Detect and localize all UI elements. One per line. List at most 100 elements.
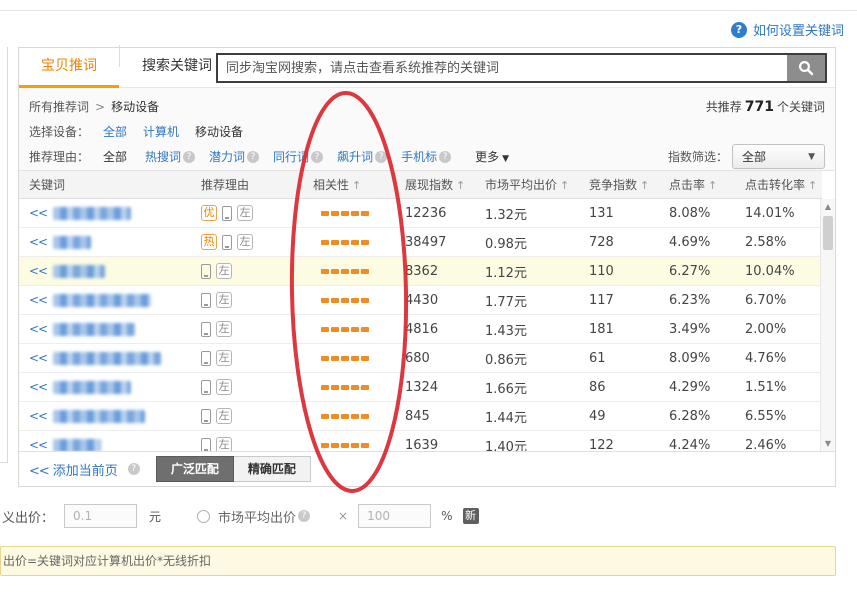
relevance-bar [351, 385, 359, 390]
column-header[interactable]: 点击转化率↑ [733, 176, 822, 193]
scrollbar-thumb[interactable] [823, 216, 833, 250]
vertical-scrollbar[interactable]: ▲ ▼ [820, 199, 835, 451]
sort-arrow-icon: ↑ [456, 179, 465, 192]
impressions-cell: 1324 [393, 380, 473, 395]
custom-bid-input[interactable] [64, 504, 137, 528]
breadcrumb-root[interactable]: 所有推荐词 [29, 98, 89, 115]
help-link-label: 如何设置关键词 [753, 20, 844, 39]
reason-option[interactable]: 全部 [103, 148, 127, 165]
relevance-cell [301, 385, 393, 390]
index-filter-label: 指数筛选： [668, 148, 728, 165]
relevance-bar [361, 211, 369, 216]
phone-icon [201, 409, 211, 424]
reason-option[interactable]: 飙升词 [337, 148, 373, 165]
sort-arrow-icon: ↑ [560, 179, 569, 192]
market-avg-price-radio[interactable] [197, 510, 210, 523]
ctr-cell: 8.09% [657, 351, 733, 366]
relevance-bars [321, 269, 393, 274]
add-keyword-button[interactable]: << [29, 322, 47, 336]
index-filter-dropdown[interactable]: 全部 ▼ [732, 144, 825, 169]
ctr-cell: 4.24% [657, 438, 733, 452]
device-option[interactable]: 移动设备 [195, 123, 243, 140]
column-header[interactable]: 竞争指数↑ [577, 176, 657, 193]
breadcrumb-row: 所有推荐词 > 移动设备 共推荐771个关键词 [29, 94, 825, 119]
relevance-bar [361, 269, 369, 274]
reason-option[interactable]: 潜力词 [209, 148, 245, 165]
phone-icon [201, 322, 211, 337]
column-header: 推荐理由 [189, 176, 301, 193]
table-row[interactable]: <<左6800.86元618.09%4.76% [19, 344, 822, 373]
table-row[interactable]: <<左83621.12元1106.27%10.04% [19, 257, 822, 286]
table-row[interactable]: <<优左122361.32元1318.08%14.01% [19, 199, 822, 228]
tab-product-keywords[interactable]: 宝贝推词 [19, 48, 119, 88]
search-input[interactable] [218, 55, 787, 81]
question-icon[interactable]: ? [128, 463, 140, 475]
relevance-bar [331, 240, 339, 245]
question-icon: ? [247, 151, 259, 163]
relevance-bar [351, 443, 359, 448]
relevance-bar [331, 269, 339, 274]
badge-左: 左 [216, 379, 232, 395]
relevance-bars [321, 356, 393, 361]
question-icon[interactable]: ? [298, 510, 310, 522]
reason-option[interactable]: 同行词 [273, 148, 309, 165]
relevance-bar [341, 443, 349, 448]
relevance-bar [321, 356, 329, 361]
phone-icon [201, 438, 211, 452]
keyword-blurred [53, 323, 135, 336]
add-keyword-button[interactable]: << [29, 293, 47, 307]
search-button[interactable] [787, 55, 825, 81]
keyword-cell: << [19, 409, 189, 423]
breadcrumb-current: 移动设备 [111, 98, 159, 115]
device-option[interactable]: 全部 [103, 123, 127, 140]
column-header[interactable]: 展现指数↑ [393, 176, 473, 193]
device-filter-row: 选择设备： 全部计算机移动设备 [29, 119, 825, 144]
percent-input[interactable] [358, 504, 431, 528]
column-header[interactable]: 市场平均出价↑ [473, 176, 577, 193]
table-row[interactable]: <<左13241.66元864.29%1.51% [19, 373, 822, 402]
question-icon: ? [375, 151, 387, 163]
cvr-cell: 10.04% [733, 264, 822, 279]
table-row[interactable]: <<热左384970.98元7284.69%2.58% [19, 228, 822, 257]
table-row[interactable]: <<左44301.77元1176.23%6.70% [19, 286, 822, 315]
relevance-bar [331, 327, 339, 332]
column-header-label: 展现指数 [405, 178, 453, 192]
keyword-cell: << [19, 351, 189, 365]
scroll-up-icon[interactable]: ▲ [821, 199, 835, 214]
device-option[interactable]: 计算机 [143, 123, 179, 140]
scroll-down-icon[interactable]: ▼ [821, 436, 835, 451]
table-row[interactable]: <<左48161.43元1813.49%2.00% [19, 315, 822, 344]
column-header-label: 点击率 [669, 178, 705, 192]
more-filters-button[interactable]: 更多▼ [475, 148, 509, 165]
table-row[interactable]: <<左16391.40元1224.24%2.46% [19, 431, 822, 451]
index-filter: 指数筛选： 全部 ▼ [668, 144, 825, 169]
add-keyword-button[interactable]: << [29, 264, 47, 278]
question-icon: ? [439, 151, 451, 163]
reason-badges-cell: 热左 [189, 234, 301, 250]
add-current-page-button[interactable]: <<添加当前页 [29, 460, 118, 479]
bid-setting-row: 义出价： 元 市场平均出价 ? × % 新 [0, 502, 479, 530]
sort-arrow-icon: ↑ [708, 179, 717, 192]
exact-match-button[interactable]: 精确匹配 [234, 456, 311, 482]
add-keyword-button[interactable]: << [29, 235, 47, 249]
total-keywords: 共推荐771个关键词 [706, 98, 825, 115]
competition-cell: 117 [577, 293, 657, 308]
reason-filter-row: 推荐理由： 全部热搜词?潜力词?同行词?飙升词?手机标? 更多▼ 指数筛选： 全… [29, 144, 825, 169]
table-row[interactable]: <<左8451.44元496.28%6.55% [19, 402, 822, 431]
add-keyword-button[interactable]: << [29, 409, 47, 423]
add-keyword-button[interactable]: << [29, 206, 47, 220]
add-keyword-button[interactable]: << [29, 438, 47, 451]
relevance-cell [301, 211, 393, 216]
column-header[interactable]: 点击率↑ [657, 176, 733, 193]
column-header[interactable]: 相关性↑ [301, 176, 393, 193]
add-keyword-button[interactable]: << [29, 380, 47, 394]
reason-option[interactable]: 热搜词 [145, 148, 181, 165]
broad-match-button[interactable]: 广泛匹配 [156, 456, 234, 482]
help-link[interactable]: ? 如何设置关键词 [731, 20, 844, 39]
relevance-bars [321, 385, 393, 390]
avg-price-cell: 1.32元 [473, 204, 577, 223]
badge-左: 左 [237, 234, 253, 250]
reason-option[interactable]: 手机标 [401, 148, 437, 165]
add-keyword-button[interactable]: << [29, 351, 47, 365]
relevance-bar [361, 298, 369, 303]
